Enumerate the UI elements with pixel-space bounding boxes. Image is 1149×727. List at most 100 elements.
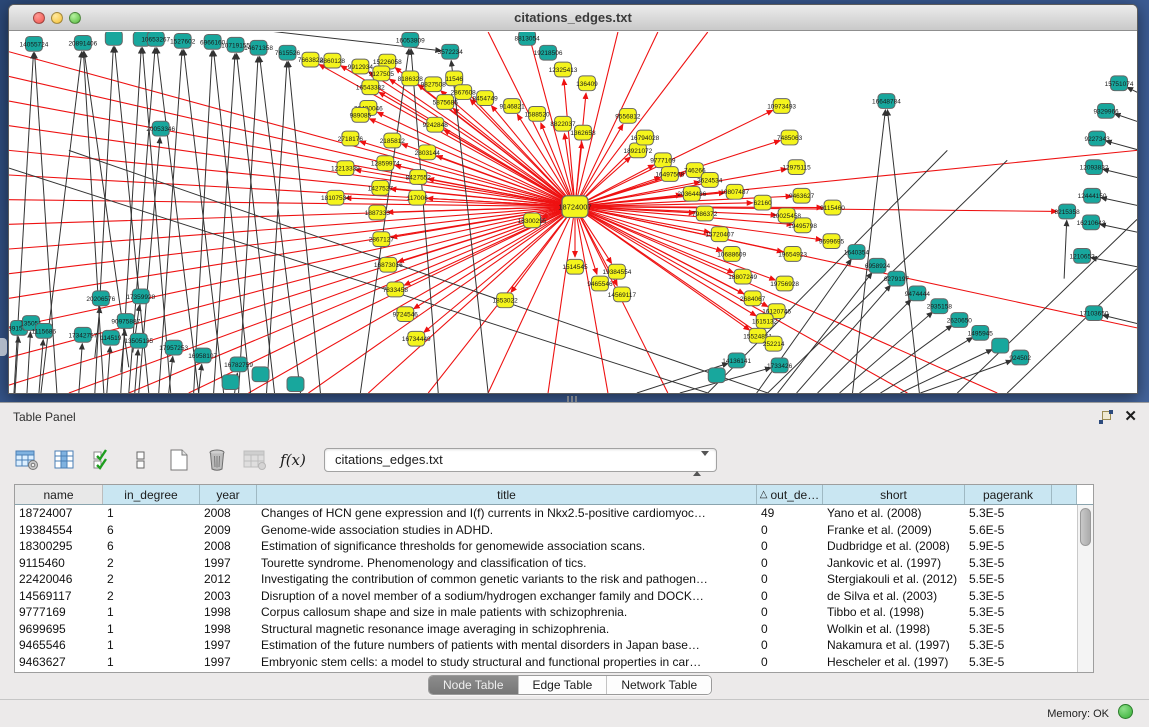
table-cell[interactable]: Genome-wide association studies in ADHD. (257, 522, 757, 539)
table-cell[interactable]: 5.3E-5 (965, 637, 1052, 654)
row-height-icon[interactable] (128, 447, 154, 473)
table-row[interactable]: 2242004622012Investigating the contribut… (15, 571, 1093, 588)
close-panel-icon[interactable]: ✕ (1124, 407, 1137, 425)
table-cell[interactable]: 2 (103, 555, 200, 572)
table-cell[interactable]: 5.3E-5 (965, 604, 1052, 621)
table-cell[interactable]: 5.3E-5 (965, 555, 1052, 572)
graph-node[interactable] (708, 368, 725, 383)
table-cell[interactable]: 14569117 (15, 588, 103, 605)
control-panel-collapsed-tab[interactable] (0, 338, 7, 356)
table-cell[interactable]: 9777169 (15, 604, 103, 621)
table-cell[interactable]: 6 (103, 522, 200, 539)
table-row[interactable]: 977716911998Corpus callosum shape and si… (15, 604, 1093, 621)
graph-node[interactable] (252, 367, 269, 382)
table-cell[interactable]: 5.3E-5 (965, 588, 1052, 605)
table-cell[interactable]: 2008 (200, 538, 257, 555)
scrollbar-thumb[interactable] (1080, 508, 1091, 546)
table-cell[interactable]: 1997 (200, 555, 257, 572)
table-cell[interactable]: Hescheler et al. (1997) (823, 654, 965, 671)
column-header-short[interactable]: short (823, 485, 965, 504)
select-columns-icon[interactable] (90, 447, 116, 473)
network-window-titlebar[interactable]: citations_edges.txt (9, 5, 1137, 31)
table-cell[interactable]: 18300295 (15, 538, 103, 555)
table-cell[interactable]: 49 (757, 505, 823, 522)
table-cell[interactable]: Stergiakouli et al. (2012) (823, 571, 965, 588)
table-cell[interactable]: Estimation of significance thresholds fo… (257, 538, 757, 555)
table-select-dropdown[interactable]: citations_edges.txt (324, 448, 717, 472)
table-cell[interactable]: 0 (757, 654, 823, 671)
column-header-out_de…[interactable]: △out_de… (757, 485, 823, 504)
table-cell[interactable]: 6 (103, 538, 200, 555)
table-cell[interactable]: Disruption of a novel member of a sodium… (257, 588, 757, 605)
table-cell[interactable]: Wolkin et al. (1998) (823, 621, 965, 638)
function-builder-icon[interactable]: f(x) (280, 447, 306, 473)
table-row[interactable]: 946554611997Estimation of the future num… (15, 637, 1093, 654)
table-cell[interactable]: 0 (757, 571, 823, 588)
table-cell[interactable]: 1 (103, 621, 200, 638)
table-row[interactable]: 911546021997Tourette syndrome. Phenomeno… (15, 555, 1093, 572)
table-cell[interactable]: 2003 (200, 588, 257, 605)
table-cell[interactable]: Corpus callosum shape and size in male p… (257, 604, 757, 621)
table-cell[interactable]: 18724007 (15, 505, 103, 522)
tab-network-table[interactable]: Network Table (607, 676, 711, 694)
table-cell[interactable]: 2012 (200, 571, 257, 588)
table-cell[interactable]: 1998 (200, 604, 257, 621)
table-cell[interactable]: Nakamura et al. (1997) (823, 637, 965, 654)
table-cell[interactable]: 5.5E-5 (965, 571, 1052, 588)
float-panel-icon[interactable] (1099, 410, 1113, 424)
table-cell[interactable]: 0 (757, 588, 823, 605)
show-column-icon[interactable] (52, 447, 78, 473)
memory-status-indicator[interactable] (1118, 704, 1133, 719)
table-cell[interactable]: Embryonic stem cells: a model to study s… (257, 654, 757, 671)
column-header-title[interactable]: title (257, 485, 757, 504)
table-cell[interactable]: 1 (103, 637, 200, 654)
column-header-name[interactable]: name (15, 485, 103, 504)
table-cell[interactable]: Tourette syndrome. Phenomenology and cla… (257, 555, 757, 572)
table-row[interactable]: 1872400712008Changes of HCN gene express… (15, 505, 1093, 522)
table-row[interactable]: 1938455462009Genome-wide association stu… (15, 522, 1093, 539)
table-cell[interactable]: 1997 (200, 637, 257, 654)
table-cell[interactable]: 1 (103, 654, 200, 671)
table-cell[interactable]: Structural magnetic resonance image aver… (257, 621, 757, 638)
column-header-in_degree[interactable]: in_degree (103, 485, 200, 504)
table-mode-icon[interactable] (14, 447, 40, 473)
table-cell[interactable]: 9465546 (15, 637, 103, 654)
table-cell[interactable]: Tibbo et al. (1998) (823, 604, 965, 621)
table-cell[interactable]: 1998 (200, 621, 257, 638)
table-cell[interactable]: 9115460 (15, 555, 103, 572)
graph-node[interactable] (287, 377, 304, 392)
delete-column-icon[interactable] (204, 447, 230, 473)
table-cell[interactable]: 1 (103, 505, 200, 522)
create-column-icon[interactable] (166, 447, 192, 473)
table-row[interactable]: 946362711997Embryonic stem cells: a mode… (15, 654, 1093, 671)
table-cell[interactable]: Franke et al. (2009) (823, 522, 965, 539)
graph-node[interactable] (105, 32, 122, 45)
table-row[interactable]: 1830029562008Estimation of significance … (15, 538, 1093, 555)
table-cell[interactable]: Dudbridge et al. (2008) (823, 538, 965, 555)
table-cell[interactable]: 0 (757, 522, 823, 539)
table-cell[interactable]: 2 (103, 588, 200, 605)
table-cell[interactable]: 0 (757, 538, 823, 555)
column-header-pagerank[interactable]: pagerank (965, 485, 1052, 504)
table-cell[interactable]: 1997 (200, 654, 257, 671)
table-cell[interactable]: 5.3E-5 (965, 654, 1052, 671)
table-cell[interactable]: 2009 (200, 522, 257, 539)
network-canvas[interactable]: 7663822886012899129341522605891275051654… (9, 32, 1137, 393)
citation-network-graph[interactable]: 7663822886012899129341522605891275051654… (9, 32, 1137, 393)
table-cell[interactable]: 2008 (200, 505, 257, 522)
vertical-scrollbar[interactable] (1077, 505, 1093, 672)
table-cell[interactable]: Jankovic et al. (1997) (823, 555, 965, 572)
table-cell[interactable]: 0 (757, 621, 823, 638)
table-cell[interactable]: 22420046 (15, 571, 103, 588)
graph-node[interactable] (222, 375, 239, 390)
table-cell[interactable]: 5.6E-5 (965, 522, 1052, 539)
table-cell[interactable]: 1 (103, 604, 200, 621)
table-cell[interactable]: 5.3E-5 (965, 621, 1052, 638)
tab-node-table[interactable]: Node Table (429, 676, 519, 694)
table-cell[interactable]: 9699695 (15, 621, 103, 638)
column-header-year[interactable]: year (200, 485, 257, 504)
table-row[interactable]: 969969511998Structural magnetic resonanc… (15, 621, 1093, 638)
table-cell[interactable]: 0 (757, 637, 823, 654)
column-header-filler[interactable] (1052, 485, 1077, 504)
table-cell[interactable]: 9463627 (15, 654, 103, 671)
